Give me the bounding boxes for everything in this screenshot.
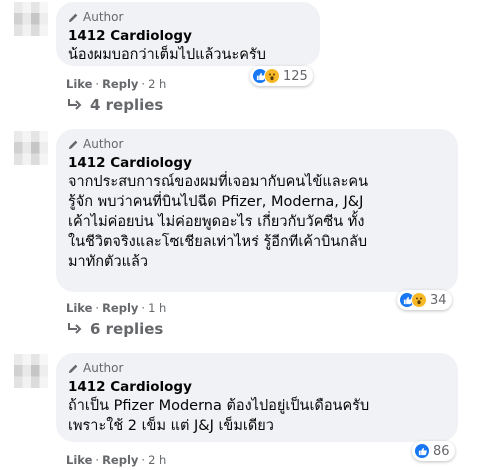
avatar[interactable] [14,354,48,388]
separator: · [141,453,146,467]
author-badge: Author [68,9,308,25]
reactions-summary[interactable]: 86 [412,441,455,461]
like-icon [414,443,430,459]
separator: · [95,77,100,91]
view-replies-button[interactable]: 6 replies [66,320,163,338]
comment-line: ถ้าเป็น Pfizer Moderna ต้องไปอยู่เป็นเดื… [68,398,370,414]
pencil-icon [68,140,78,149]
avatar[interactable] [14,131,48,165]
timestamp[interactable]: 2 h [148,77,166,91]
author-badge: Author [68,360,446,376]
comment-line: รู้จัก พบว่าคนที่บินไปฉีด Pfizer, Modern… [68,194,364,210]
commenter-name[interactable]: 1412 Cardiology [68,27,308,45]
commenter-name[interactable]: 1412 Cardiology [68,378,446,396]
comment-actions: Like · Reply · 2 h [66,76,166,92]
like-link[interactable]: Like [66,301,92,315]
like-link[interactable]: Like [66,453,92,467]
pencil-icon [68,13,78,22]
reply-link[interactable]: Reply [102,453,138,467]
reply-link[interactable]: Reply [102,77,138,91]
separator: · [141,77,146,91]
replies-label: 4 replies [90,96,164,114]
wow-icon [264,68,280,84]
comment-line: มาทักตัวแล้ว [68,254,148,270]
reply-link[interactable]: Reply [102,301,138,315]
reaction-count: 86 [433,443,450,459]
reply-arrow-icon [68,323,82,334]
avatar[interactable] [14,2,48,36]
author-badge: Author [68,136,446,152]
view-replies-button[interactable]: 4 replies [66,96,163,114]
separator: · [141,301,146,315]
comment-bubble: Author 1412 Cardiology จากประสบการณ์ของผ… [56,129,458,292]
wow-icon [411,292,427,308]
replies-label: 6 replies [90,320,164,338]
comment-line: เพราะใช้ 2 เข็ม แต่ J&J เข็มเดียว [68,418,274,434]
timestamp[interactable]: 2 h [148,453,166,467]
comment-actions: Like · Reply · 2 h [66,452,166,468]
separator: · [95,301,100,315]
comment-actions: Like · Reply · 1 h [66,300,166,316]
reply-arrow-icon [68,99,82,110]
comment-line: ในชีวิตจริงและโซเชียลเท่าไหร่ รู้อีกทีเค… [68,234,368,250]
reaction-count: 125 [283,68,308,84]
separator: · [95,453,100,467]
author-badge-label: Author [83,10,124,24]
comment-bubble: Author 1412 Cardiology น้องผมบอกว่าเต็มไ… [56,2,320,66]
like-link[interactable]: Like [66,77,92,91]
commenter-name[interactable]: 1412 Cardiology [68,154,446,172]
author-badge-label: Author [83,137,124,151]
comment-line: จากประสบการณ์ของผมที่เจอมากับคนไข้และคน [68,174,369,190]
timestamp[interactable]: 1 h [148,301,166,315]
reaction-count: 34 [430,292,447,308]
reactions-summary[interactable]: 34 [397,290,452,310]
comment-line: น้องผมบอกว่าเต็มไปแล้วนะครับ [68,47,266,63]
comment-line: เค้าไม่ค่อยบ่น ไม่ค่อยพูดอะไร เกี่ยวกับว… [68,214,365,230]
reactions-summary[interactable]: 125 [250,66,313,86]
pencil-icon [68,364,78,373]
comment-bubble: Author 1412 Cardiology ถ้าเป็น Pfizer Mo… [56,353,458,442]
author-badge-label: Author [83,361,124,375]
